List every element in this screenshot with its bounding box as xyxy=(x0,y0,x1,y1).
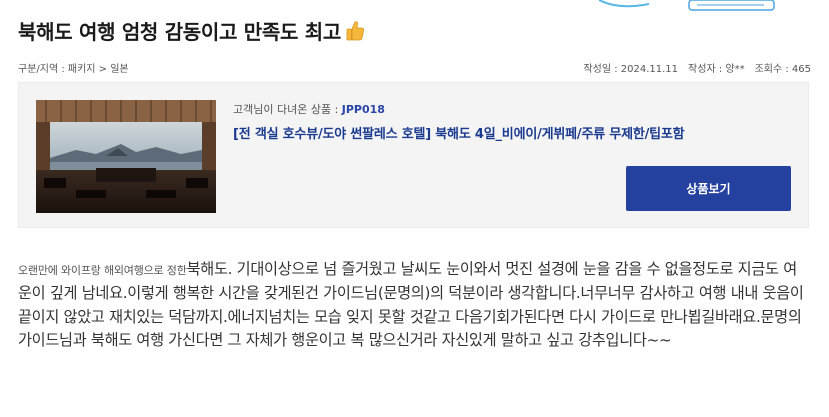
product-image[interactable] xyxy=(36,100,216,213)
post-title: 북해도 여행 엄청 감동이고 만족도 최고 xyxy=(18,20,341,44)
product-tag: 고객님이 다녀온 상품 : JPP018 xyxy=(233,101,385,117)
post-meta: 구분/지역 : 패키지 > 일본 작성일 : 2024.11.11 작성자 : … xyxy=(18,60,811,75)
decorative-illustration xyxy=(599,0,775,11)
product-tag-label: 고객님이 다녀온 상품 : xyxy=(233,103,342,116)
breadcrumb: 구분/지역 : 패키지 > 일본 xyxy=(18,64,129,75)
product-code: JPP018 xyxy=(341,103,385,116)
post-stats: 작성일 : 2024.11.11 작성자 : 양** 조회수 : 465 xyxy=(583,60,811,75)
post-author: 작성자 : 양** xyxy=(688,64,745,75)
post-views: 조회수 : 465 xyxy=(754,64,811,75)
post-date: 작성일 : 2024.11.11 xyxy=(583,64,679,75)
view-product-button[interactable]: 상품보기 xyxy=(626,166,791,211)
product-card: 고객님이 다녀온 상품 : JPP018 [전 객실 호수뷰/도야 썬팔레스 호… xyxy=(18,82,809,228)
title-row: 북해도 여행 엄청 감동이고 만족도 최고 xyxy=(18,16,365,45)
review-body: 오랜만에 와이프랑 해외여행으로 정한북해도. 기대이상으로 넘 즐거웠고 날씨… xyxy=(18,258,810,352)
product-name[interactable]: [전 객실 호수뷰/도야 썬팔레스 호텔] 북해도 4일_비에이/게뷔페/주류 … xyxy=(233,123,685,142)
review-lead: 오랜만에 와이프랑 해외여행으로 정한 xyxy=(18,264,187,277)
thumbs-up-icon xyxy=(346,20,364,40)
